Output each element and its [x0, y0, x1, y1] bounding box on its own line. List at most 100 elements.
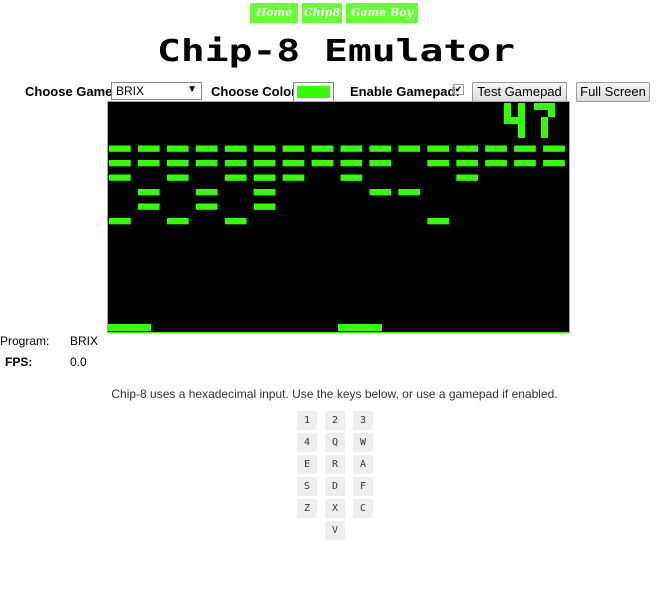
brick	[282, 145, 305, 152]
key-f[interactable]: F	[353, 477, 373, 496]
key-d[interactable]: D	[325, 477, 345, 496]
brick	[137, 160, 160, 167]
brick	[109, 174, 131, 181]
brick	[543, 160, 565, 167]
brick	[514, 160, 536, 167]
nav-link-game-boy[interactable]: Game Boy	[346, 3, 418, 23]
brick	[137, 189, 160, 196]
brick	[109, 218, 131, 225]
page-title-text: Chip-8 Emulator	[157, 34, 515, 69]
key-r[interactable]: R	[325, 455, 345, 474]
nav-link-home[interactable]: Home	[250, 3, 298, 23]
score-digit-pixel	[541, 131, 548, 138]
paddle	[108, 324, 151, 331]
brick	[456, 160, 478, 167]
brick	[340, 174, 363, 181]
key-x[interactable]: X	[325, 499, 345, 518]
brick	[137, 203, 160, 210]
brick	[311, 145, 334, 152]
brick	[224, 174, 247, 181]
game-select-value: BRIX	[116, 84, 145, 98]
brick	[340, 160, 363, 167]
brick	[369, 160, 392, 167]
fps-label: FPS:	[5, 355, 33, 369]
brick	[427, 218, 449, 225]
color-picker[interactable]	[293, 82, 334, 102]
brick	[398, 189, 421, 196]
brick	[369, 189, 392, 196]
score-digit-pixel	[548, 103, 555, 110]
key-c[interactable]: C	[353, 499, 373, 518]
score-digit-pixel	[504, 103, 511, 110]
key-1[interactable]: 1	[297, 411, 317, 430]
score-digit-pixel	[518, 110, 525, 117]
brick	[224, 160, 247, 167]
key-s[interactable]: S	[297, 477, 317, 496]
top-nav: Home Chip8 Game Boy	[250, 3, 418, 23]
emulator-screen[interactable]	[107, 101, 570, 333]
key-w[interactable]: W	[353, 433, 373, 452]
brick	[543, 145, 565, 152]
score-digit-pixel	[511, 117, 518, 124]
score-digit-pixel	[548, 110, 555, 117]
enable-gamepad-label: Enable Gamepad:	[350, 84, 460, 99]
score-digit-pixel	[541, 117, 548, 124]
game-select[interactable]: BRIX ▼	[111, 82, 202, 100]
color-fill	[297, 86, 330, 98]
key-2[interactable]: 2	[325, 411, 345, 430]
program-label: Program:	[0, 334, 50, 348]
key-v[interactable]: V	[325, 521, 345, 540]
score-digit-pixel	[534, 103, 541, 110]
brick	[253, 160, 276, 167]
choose-game-label: Choose Game:	[25, 84, 117, 99]
brick	[195, 160, 218, 167]
brick	[485, 160, 507, 167]
test-gamepad-button[interactable]: Test Gamepad	[472, 82, 567, 102]
brick	[282, 160, 305, 167]
brick	[427, 145, 449, 152]
brick	[224, 145, 247, 152]
brick	[195, 203, 218, 210]
key-q[interactable]: Q	[325, 433, 345, 452]
score-digit-pixel	[541, 124, 548, 131]
key-e[interactable]: E	[297, 455, 317, 474]
help-text: Chip-8 uses a hexadecimal input. Use the…	[111, 387, 558, 401]
brick	[340, 145, 363, 152]
brick	[253, 174, 276, 181]
program-value: BRIX	[70, 334, 99, 348]
score-digit-pixel	[518, 103, 525, 110]
brick	[427, 160, 449, 167]
brick	[253, 203, 276, 210]
key-3[interactable]: 3	[353, 411, 373, 430]
brick	[195, 189, 218, 196]
full-screen-button[interactable]: Full Screen	[576, 82, 650, 102]
ball	[338, 324, 382, 331]
brick	[195, 145, 218, 152]
score-digit-pixel	[518, 117, 525, 124]
score-digit-pixel	[504, 117, 511, 124]
brick	[109, 145, 131, 152]
key-4[interactable]: 4	[297, 433, 317, 452]
brick	[137, 145, 160, 152]
brick	[456, 145, 478, 152]
brick	[398, 145, 421, 152]
brick	[166, 218, 189, 225]
key-z[interactable]: Z	[297, 499, 317, 518]
brick	[224, 218, 247, 225]
brick	[253, 189, 276, 196]
score-digit-pixel	[518, 124, 525, 131]
brick	[253, 145, 276, 152]
brick	[456, 174, 478, 181]
brick	[514, 145, 536, 152]
dropdown-arrow-icon: ▼	[187, 84, 197, 95]
score-digit-pixel	[541, 103, 548, 110]
nav-link-chip8[interactable]: Chip8	[302, 3, 342, 23]
key-a[interactable]: A	[353, 455, 373, 474]
brick	[109, 160, 131, 167]
emulator-canvas	[107, 101, 570, 333]
brick	[166, 174, 189, 181]
brick	[166, 160, 189, 167]
gamepad-checkbox[interactable]: ✔	[453, 84, 464, 95]
page-title: Chip-8 Emulator	[157, 34, 515, 69]
choose-color-label: Choose Color:	[211, 84, 301, 99]
